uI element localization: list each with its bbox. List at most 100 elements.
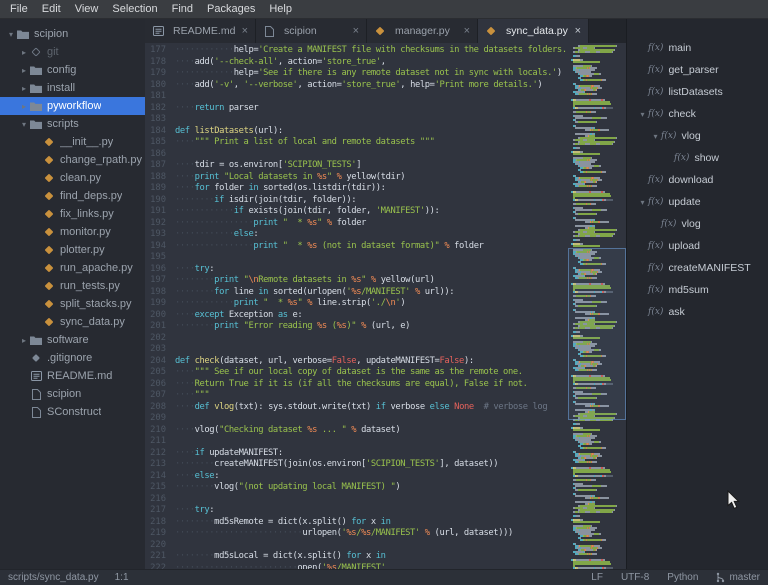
tree-item-gitignore[interactable]: .gitignore <box>0 349 145 367</box>
close-icon[interactable]: × <box>463 25 471 37</box>
status-syntax[interactable]: Python <box>667 572 698 583</box>
code-line[interactable]: 198········for line in sorted(urlopen('%… <box>145 287 568 299</box>
tab-scipion[interactable]: scipion× <box>256 19 367 43</box>
code-line[interactable]: 188····print "Local datasets in %s" % ye… <box>145 172 568 184</box>
code-line[interactable]: 192················print " * %s" % folde… <box>145 218 568 230</box>
code-line[interactable]: 183 <box>145 114 568 126</box>
code-line[interactable]: 179············help='See if there is any… <box>145 68 568 80</box>
status-line-ending[interactable]: LF <box>591 572 603 583</box>
code-line[interactable]: 190········if isdir(join(tdir, folder)): <box>145 195 568 207</box>
close-icon[interactable]: × <box>352 25 360 37</box>
tree-item-split-stacks-py[interactable]: split_stacks.py <box>0 295 145 313</box>
menu-item-edit[interactable]: Edit <box>35 1 68 17</box>
menu-item-packages[interactable]: Packages <box>200 1 262 17</box>
minimap[interactable] <box>568 43 626 569</box>
code-line[interactable]: 185····""" Print a list of local and rem… <box>145 137 568 149</box>
symbol-listdatasets[interactable]: f(x)listDatasets <box>627 81 768 103</box>
code-line[interactable]: 216 <box>145 494 568 506</box>
symbol-vlog[interactable]: f(x)vlog <box>627 213 768 235</box>
status-encoding[interactable]: UTF-8 <box>621 572 649 583</box>
symbol-show[interactable]: f(x)show <box>627 147 768 169</box>
tree-item-install[interactable]: ▸install <box>0 79 145 97</box>
code-line[interactable]: 191············if exists(join(tdir, fold… <box>145 206 568 218</box>
editor[interactable]: 177············help='Create a MANIFEST f… <box>145 43 626 569</box>
code-line[interactable]: 193············else: <box>145 229 568 241</box>
code-line[interactable]: 221········md5sLocal = dict(x.split() fo… <box>145 551 568 563</box>
minimap-viewport[interactable] <box>568 248 626 420</box>
menu-item-file[interactable]: File <box>3 1 35 17</box>
code-line[interactable]: 202 <box>145 333 568 345</box>
code-line[interactable]: 200····except Exception as e: <box>145 310 568 322</box>
menu-item-find[interactable]: Find <box>165 1 200 17</box>
code-line[interactable]: 181 <box>145 91 568 103</box>
code-line[interactable]: 217····try: <box>145 505 568 517</box>
tree-item-fix-links-py[interactable]: fix_links.py <box>0 205 145 223</box>
symbol-md5sum[interactable]: f(x)md5sum <box>627 279 768 301</box>
tree-item-scripts[interactable]: ▾scripts <box>0 115 145 133</box>
symbol-get-parser[interactable]: f(x)get_parser <box>627 59 768 81</box>
tree-item-config[interactable]: ▸config <box>0 61 145 79</box>
tree-item-sync-data-py[interactable]: sync_data.py <box>0 313 145 331</box>
code-line[interactable]: 196····try: <box>145 264 568 276</box>
tree-item-software[interactable]: ▸software <box>0 331 145 349</box>
tree-item-init-py[interactable]: __init__.py <box>0 133 145 151</box>
code-line[interactable]: 222·························open('%s/MAN… <box>145 563 568 570</box>
symbol-check[interactable]: ▾f(x)check <box>627 103 768 125</box>
tree-item-clean-py[interactable]: clean.py <box>0 169 145 187</box>
code-line[interactable]: 218········md5sRemote = dict(x.split() f… <box>145 517 568 529</box>
code-line[interactable]: 209 <box>145 413 568 425</box>
symbol-download[interactable]: f(x)download <box>627 169 768 191</box>
symbol-upload[interactable]: f(x)upload <box>627 235 768 257</box>
tree-item-run-tests-py[interactable]: run_tests.py <box>0 277 145 295</box>
code-line[interactable]: 194················print " * %s (not in … <box>145 241 568 253</box>
code-line[interactable]: 207····""" <box>145 390 568 402</box>
code-line[interactable]: 199············print " * %s" % line.stri… <box>145 298 568 310</box>
code-line[interactable]: 220 <box>145 540 568 552</box>
code-line[interactable]: 197········print "\nRemote datasets in %… <box>145 275 568 287</box>
code-line[interactable]: 204def check(dataset, url, verbose=False… <box>145 356 568 368</box>
code-line[interactable]: 213········createMANIFEST(join(os.enviro… <box>145 459 568 471</box>
tree-item-run-apache-py[interactable]: run_apache.py <box>0 259 145 277</box>
code-area[interactable]: 177············help='Create a MANIFEST f… <box>145 43 568 569</box>
symbol-update[interactable]: ▾f(x)update <box>627 191 768 213</box>
code-line[interactable]: 212····if updateMANIFEST: <box>145 448 568 460</box>
tree-item-pyworkflow[interactable]: ▸pyworkflow <box>0 97 145 115</box>
code-line[interactable]: 189····for folder in sorted(os.listdir(t… <box>145 183 568 195</box>
tree-item-change-rpath-py[interactable]: change_rpath.py <box>0 151 145 169</box>
tab-sync-data-py[interactable]: sync_data.py× <box>478 19 589 43</box>
code-line[interactable]: 187····tdir = os.environ['SCIPION_TESTS'… <box>145 160 568 172</box>
code-line[interactable]: 201········print "Error reading %s (%s)"… <box>145 321 568 333</box>
symbol-createmanifest[interactable]: f(x)createMANIFEST <box>627 257 768 279</box>
tree-item-git[interactable]: ▸git <box>0 43 145 61</box>
menu-item-selection[interactable]: Selection <box>105 1 164 17</box>
code-line[interactable]: 177············help='Create a MANIFEST f… <box>145 45 568 57</box>
tab-manager-py[interactable]: manager.py× <box>367 19 478 43</box>
code-line[interactable]: 203 <box>145 344 568 356</box>
tree-item-plotter-py[interactable]: plotter.py <box>0 241 145 259</box>
code-line[interactable]: 210····vlog("Checking dataset %s ... " %… <box>145 425 568 437</box>
symbol-main[interactable]: f(x)main <box>627 37 768 59</box>
code-line[interactable]: 219··························urlopen('%s… <box>145 528 568 540</box>
code-line[interactable]: 211 <box>145 436 568 448</box>
symbol-ask[interactable]: f(x)ask <box>627 301 768 323</box>
code-line[interactable]: 205····""" See if our local copy of data… <box>145 367 568 379</box>
code-line[interactable]: 180····add('-v', '--verbose', action='st… <box>145 80 568 92</box>
code-line[interactable]: 208····def vlog(txt): sys.stdout.write(t… <box>145 402 568 414</box>
tree-item-monitor-py[interactable]: monitor.py <box>0 223 145 241</box>
code-line[interactable]: 195 <box>145 252 568 264</box>
code-line[interactable]: 206····Return True if it is (if all the … <box>145 379 568 391</box>
tree-item-scipion[interactable]: scipion <box>0 385 145 403</box>
close-icon[interactable]: × <box>241 25 249 37</box>
menu-item-help[interactable]: Help <box>262 1 299 17</box>
code-line[interactable]: 184def listDatasets(url): <box>145 126 568 138</box>
symbol-vlog[interactable]: ▾f(x)vlog <box>627 125 768 147</box>
tab-readme-md[interactable]: README.md× <box>145 19 256 43</box>
code-line[interactable]: 215········vlog("(not updating local MAN… <box>145 482 568 494</box>
code-line[interactable]: 182····return parser <box>145 103 568 115</box>
code-line[interactable]: 214····else: <box>145 471 568 483</box>
tree-item-find-deps-py[interactable]: find_deps.py <box>0 187 145 205</box>
tree-item-sconstruct[interactable]: SConstruct <box>0 403 145 421</box>
close-icon[interactable]: × <box>574 25 582 37</box>
tree-item-scipion[interactable]: ▾scipion <box>0 25 145 43</box>
code-line[interactable]: 186 <box>145 149 568 161</box>
